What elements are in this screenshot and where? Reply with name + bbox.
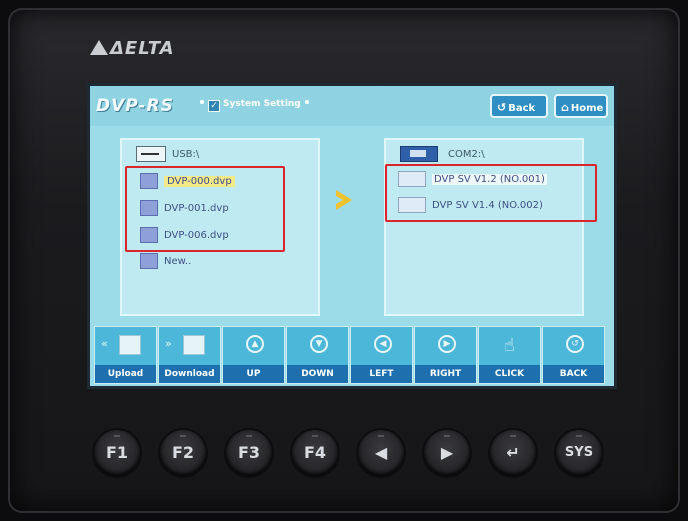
up-button[interactable]: ▲ UP <box>222 326 285 384</box>
usb-path: USB:\ <box>172 149 200 160</box>
back-label: Back <box>508 103 536 114</box>
dot-icon <box>200 100 204 104</box>
brand-logo: ΔELTA <box>90 38 175 59</box>
right-button[interactable]: ▶ RIGHT <box>414 326 477 384</box>
right-label: RIGHT <box>415 365 476 383</box>
download-label: Download <box>159 365 220 383</box>
bottom-toolbar: « Upload » Download ▲ UP ▼ DOWN ◀ LEFT ▶… <box>90 326 614 386</box>
up-icon: ▲ <box>246 335 264 353</box>
hand-pointer-icon: ☝ <box>504 335 515 356</box>
back-toolbar-button[interactable]: ↺ BACK <box>542 326 605 384</box>
back-button[interactable]: ↺ Back <box>490 94 548 118</box>
brand-text: ΔELTA <box>110 38 175 59</box>
sys-key[interactable]: SYS <box>556 430 602 476</box>
enter-icon: ↵ <box>506 443 520 462</box>
f2-key[interactable]: F2 <box>160 430 206 476</box>
f1-label: F1 <box>105 443 129 462</box>
usb-drive-icon <box>136 146 166 162</box>
home-label: Home <box>570 103 604 114</box>
f2-label: F2 <box>171 443 195 462</box>
undo-icon: ↺ <box>566 335 584 353</box>
transfer-arrow-icon <box>336 190 352 210</box>
file-icon <box>119 335 141 355</box>
highlight-box <box>385 164 597 222</box>
f3-label: F3 <box>237 443 261 462</box>
home-icon: ⌂ <box>561 101 569 114</box>
function-key-row: F1 F2 F3 F4 ◀ ▶ ↵ SYS <box>92 430 612 490</box>
down-label: DOWN <box>287 365 348 383</box>
down-icon: ▼ <box>310 335 328 353</box>
com-header: COM2:\ <box>400 146 485 162</box>
f4-key[interactable]: F4 <box>292 430 338 476</box>
left-label: LEFT <box>351 365 412 383</box>
file-icon <box>140 253 158 269</box>
usb-header: USB:\ <box>136 146 199 162</box>
right-arrow-key[interactable]: ▶ <box>424 430 470 476</box>
click-label: CLICK <box>479 365 540 383</box>
f1-key[interactable]: F1 <box>94 430 140 476</box>
new-file-item[interactable]: New.. <box>140 252 191 272</box>
checkbox-icon: ✓ <box>208 100 220 112</box>
left-arrow-icon: ◀ <box>374 443 388 462</box>
arrow-right-icon: » <box>165 337 172 350</box>
breadcrumb: ✓ System Setting <box>196 99 313 112</box>
enter-key[interactable]: ↵ <box>490 430 536 476</box>
left-button[interactable]: ◀ LEFT <box>350 326 413 384</box>
right-icon: ▶ <box>438 335 456 353</box>
back-toolbar-label: BACK <box>543 365 604 383</box>
refresh-back-icon: ↺ <box>497 101 507 114</box>
click-button[interactable]: ☝ CLICK <box>478 326 541 384</box>
home-button[interactable]: ⌂ Home <box>554 94 608 118</box>
right-arrow-icon: ▶ <box>440 443 454 462</box>
dot-icon <box>304 100 309 104</box>
up-label: UP <box>223 365 284 383</box>
left-arrow-key[interactable]: ◀ <box>358 430 404 476</box>
highlight-box <box>125 166 285 252</box>
file-name: New.. <box>164 256 192 267</box>
hmi-screen: DVP-RS ✓ System Setting ↺ Back ⌂ Home USB:\… <box>90 86 614 386</box>
down-button[interactable]: ▼ DOWN <box>286 326 349 384</box>
arrow-left-icon: « <box>101 337 108 350</box>
f4-label: F4 <box>303 443 327 462</box>
sys-label: SYS <box>564 445 594 460</box>
breadcrumb-label: System Setting <box>223 99 301 109</box>
download-button[interactable]: » Download <box>158 326 221 384</box>
delta-triangle-icon <box>90 40 108 55</box>
serial-port-icon <box>400 146 438 162</box>
f3-key[interactable]: F3 <box>226 430 272 476</box>
com-path: COM2:\ <box>448 149 485 160</box>
app-logo: DVP-RS <box>96 96 174 116</box>
left-icon: ◀ <box>374 335 392 353</box>
upload-button[interactable]: « Upload <box>94 326 157 384</box>
upload-label: Upload <box>95 365 156 383</box>
file-icon <box>183 335 205 355</box>
